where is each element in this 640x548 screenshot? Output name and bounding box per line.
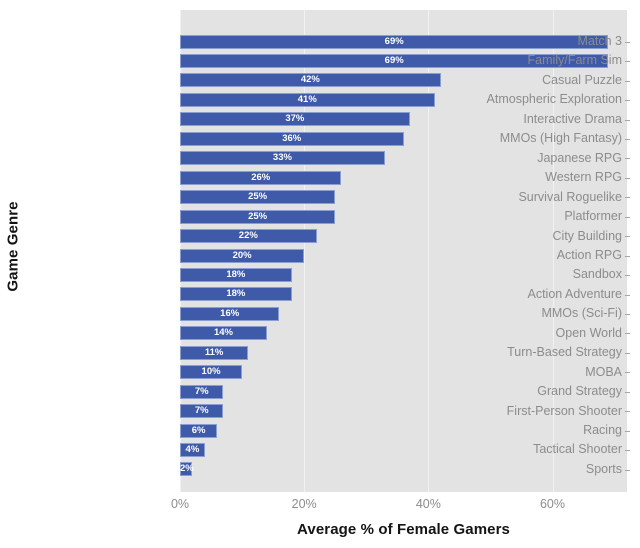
bar-value-label: 16% xyxy=(220,307,240,319)
y-tick-mark xyxy=(625,469,630,471)
bar-value-label: 33% xyxy=(272,152,292,164)
x-tick-label: 20% xyxy=(291,497,317,511)
y-tick-label: MMOs (Sci-Fi) xyxy=(541,306,622,321)
y-tick-label: Survival Roguelike xyxy=(518,189,622,204)
y-tick-mark xyxy=(625,177,630,179)
y-tick-mark xyxy=(625,216,630,218)
y-tick-label: First-Person Shooter xyxy=(506,403,622,418)
x-tick-label: 0% xyxy=(170,497,190,511)
bar-value-label: 18% xyxy=(226,268,246,280)
bar-value-label: 14% xyxy=(213,327,233,339)
bar-value-label: 18% xyxy=(226,288,246,300)
y-tick-mark xyxy=(625,80,630,82)
x-tick-label: 60% xyxy=(539,497,566,511)
y-tick-label: Action RPG xyxy=(556,247,622,262)
y-tick-mark xyxy=(625,158,630,160)
y-tick-label: Action Adventure xyxy=(527,286,622,301)
y-tick-mark xyxy=(625,372,630,374)
y-tick-label: Japanese RPG xyxy=(537,150,622,165)
y-axis-title-text: Game Genre xyxy=(4,200,22,292)
y-tick-mark xyxy=(625,333,630,335)
y-tick-mark xyxy=(625,119,630,121)
y-tick-label: MMOs (High Fantasy) xyxy=(499,131,622,146)
y-tick-mark xyxy=(625,430,630,432)
y-tick-mark xyxy=(625,411,630,413)
y-tick-label: Grand Strategy xyxy=(537,384,622,399)
x-axis-title: Average % of Female Gamers xyxy=(297,521,510,538)
y-tick-label: Platformer xyxy=(564,209,622,224)
bar-value-label: 42% xyxy=(300,74,320,86)
bar-chart: Game Genre 69% 69% 42% 41% 37% 36% 33% 26% 25% 25… xyxy=(0,0,640,548)
bar-value-label: 37% xyxy=(285,113,305,125)
bar-value-label: 4% xyxy=(185,444,200,456)
y-tick-label: Tactical Shooter xyxy=(533,442,622,457)
bar-value-label: 22% xyxy=(238,230,258,242)
y-tick-mark xyxy=(625,314,630,316)
y-tick-mark xyxy=(625,236,630,238)
y-tick-mark xyxy=(625,294,630,296)
bar-value-label: 36% xyxy=(282,132,302,144)
y-tick-label: Match 3 xyxy=(577,34,622,48)
y-tick-mark xyxy=(625,138,630,140)
y-axis-title: Game Genre xyxy=(0,0,26,492)
y-tick-mark xyxy=(625,100,630,102)
bar-value-label: 7% xyxy=(194,405,209,417)
y-tick-mark xyxy=(625,197,630,199)
bar-value-label: 41% xyxy=(297,93,317,105)
y-tick-label: Sports xyxy=(585,461,622,476)
y-tick-label: Family/Farm Sim xyxy=(527,53,622,68)
bar-value-label: 20% xyxy=(232,249,252,261)
y-tick-mark xyxy=(625,450,630,452)
y-tick-label: Racing xyxy=(583,423,622,437)
y-tick-mark xyxy=(625,255,630,257)
y-tick-mark xyxy=(625,391,630,393)
y-tick-label: Casual Puzzle xyxy=(542,72,622,87)
y-tick-label: Western RPG xyxy=(545,170,622,185)
y-tick-label: Interactive Drama xyxy=(523,111,622,126)
bar-value-label: 25% xyxy=(248,191,268,203)
bar-value-label: 7% xyxy=(194,385,209,397)
y-tick-label: Atmospheric Exploration xyxy=(486,92,622,107)
bar-value-label: 6% xyxy=(191,424,206,436)
bar-value-label: 25% xyxy=(248,210,268,222)
y-tick-label: City Building xyxy=(552,228,622,243)
y-tick-label: MOBA xyxy=(585,364,622,379)
bar-value-label: 2% xyxy=(180,463,194,475)
y-tick-mark xyxy=(625,275,630,277)
y-tick-label: Sandbox xyxy=(572,267,622,282)
y-tick-label: Turn-Based Strategy xyxy=(507,345,622,360)
y-tick-mark xyxy=(625,61,630,63)
bar-value-label: 26% xyxy=(251,171,271,183)
x-tick-label: 40% xyxy=(415,497,441,511)
bar-value-label: 11% xyxy=(204,346,224,358)
y-tick-mark xyxy=(625,352,630,354)
y-tick-mark xyxy=(625,41,630,43)
bar-value-label: 10% xyxy=(201,366,221,378)
y-tick-label: Open World xyxy=(555,325,622,340)
